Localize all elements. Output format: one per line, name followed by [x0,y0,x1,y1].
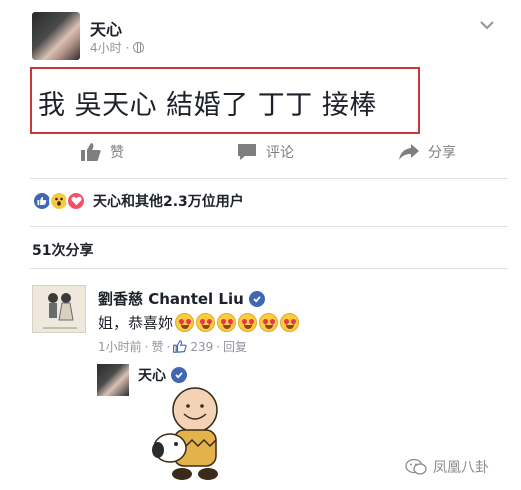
meta-separator: · [125,40,130,55]
heart-eyes-emoji-icon [238,313,258,332]
divider [30,268,508,269]
couple-illustration-icon [43,293,77,329]
share-count[interactable]: 51次分享 [32,240,93,260]
wechat-icon [405,458,427,475]
verified-badge-icon [171,367,187,383]
reply-author-name[interactable]: 天心 [138,365,166,385]
reply-author-avatar[interactable] [97,364,129,396]
comment-time[interactable]: 1小时前 [98,338,142,355]
divider [30,226,508,227]
comment-like-count[interactable]: 239 [190,340,213,354]
heart-eyes-emoji-icon [175,313,195,332]
thumbs-up-icon [81,143,101,161]
comment-icon [238,144,256,160]
post-author-name[interactable]: 天心 [90,16,122,40]
meta-separator: · [216,339,221,354]
reactions-summary[interactable]: 天心和其他2.3万位用户 [32,191,244,211]
divider [30,178,508,179]
comment-meta: 1小时前 · 赞 · 239 · 回复 [98,338,247,355]
post-meta: 4小时 · [90,39,145,56]
commenter-name-row: 劉香慈 Chantel Liu [98,288,265,309]
post-action-bar: 赞 评论 分享 [0,142,521,168]
comment-label: 评论 [266,145,294,161]
share-label: 分享 [428,145,456,161]
like-label: 赞 [110,145,124,161]
share-button[interactable]: 分享 [398,142,456,162]
comment-button[interactable]: 评论 [236,142,294,162]
heart-eyes-emoji-icon [280,313,300,332]
share-arrow-icon [399,144,419,160]
meta-separator: · [166,339,171,354]
charlie-brown-snoopy-sticker-icon [152,387,218,480]
verified-badge-icon [248,290,265,307]
reply-name-row: 天心 [138,365,187,385]
reply-button[interactable]: 回复 [223,338,247,355]
post-text: 我 吳天心 結婚了 丁丁 接棒 [38,90,377,121]
meta-separator: · [144,339,149,354]
heart-eyes-emoji-icon [217,313,237,332]
heart-eyes-emoji-icon [259,313,279,332]
commenter-avatar[interactable] [32,285,86,333]
heart-eyes-emoji-icon [196,313,216,332]
watermark-text: 凤凰八卦 [433,460,489,476]
commenter-name[interactable]: 劉香慈 Chantel Liu [98,288,244,309]
comment-text-row: 姐，恭喜妳 [98,312,300,333]
chevron-down-icon[interactable] [478,16,496,34]
comment-like-button[interactable]: 赞 [151,338,163,355]
like-button[interactable]: 赞 [80,142,124,162]
watermark: 凤凰八卦 [405,457,489,477]
thumbs-up-icon [173,340,188,353]
comment-text: 姐，恭喜妳 [98,314,174,332]
reaction-summary-text: 天心和其他2.3万位用户 [93,194,244,210]
globe-icon [133,42,145,53]
love-icon [66,191,86,211]
post-author-avatar[interactable] [32,12,80,60]
post-time[interactable]: 4小时 [90,39,122,56]
